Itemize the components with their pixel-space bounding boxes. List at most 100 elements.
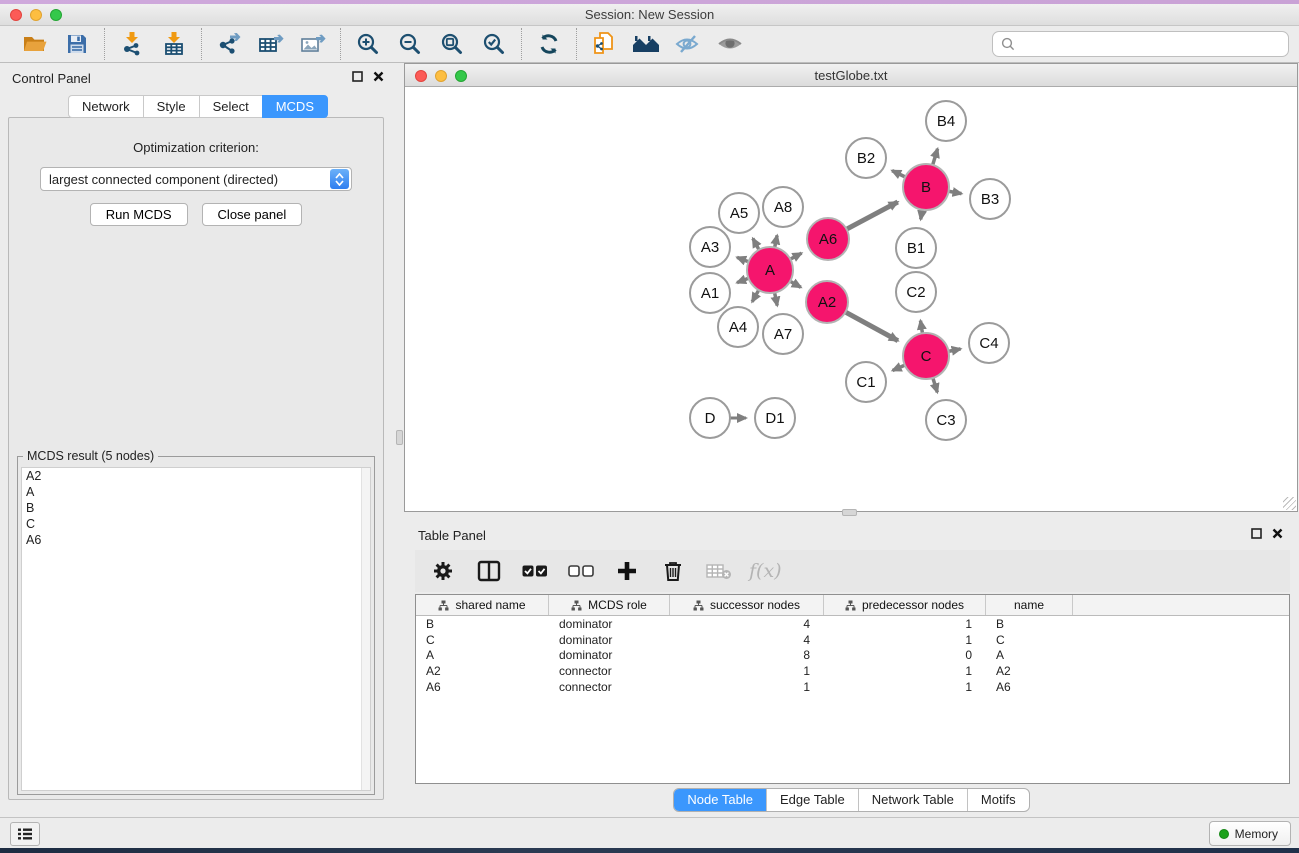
node-A[interactable]: A xyxy=(747,247,793,293)
result-item[interactable]: A2 xyxy=(22,468,370,484)
node-D1[interactable]: D1 xyxy=(755,398,795,438)
node-A7[interactable]: A7 xyxy=(763,314,803,354)
table-row[interactable]: Cdominator41C xyxy=(416,632,1289,648)
optimization-criterion-dropdown[interactable]: largest connected component (directed) xyxy=(40,167,352,191)
node-C1[interactable]: C1 xyxy=(846,362,886,402)
show-all-icon[interactable] xyxy=(709,28,751,60)
resize-grip[interactable] xyxy=(1283,497,1296,510)
vertical-splitter-handle[interactable] xyxy=(396,430,403,445)
search-field[interactable] xyxy=(992,31,1289,57)
run-mcds-button[interactable]: Run MCDS xyxy=(90,203,188,226)
edge-A-A4[interactable] xyxy=(752,290,759,302)
table-row[interactable]: Bdominator41B xyxy=(416,616,1289,632)
node-A4[interactable]: A4 xyxy=(718,307,758,347)
edge-A-A7[interactable] xyxy=(775,293,778,306)
edge-A-A6[interactable] xyxy=(790,253,801,259)
table-row[interactable]: A6connector11A6 xyxy=(416,679,1289,695)
import-network-icon[interactable] xyxy=(111,28,153,60)
refresh-icon[interactable] xyxy=(528,28,570,60)
first-neighbors-icon[interactable] xyxy=(625,28,667,60)
close-table-panel-icon[interactable] xyxy=(1272,528,1283,539)
column-header-MCDS-role[interactable]: MCDS role xyxy=(549,595,670,615)
node-A5[interactable]: A5 xyxy=(719,193,759,233)
edge-B-B1[interactable] xyxy=(921,210,923,220)
node-D[interactable]: D xyxy=(690,398,730,438)
result-list-scrollbar[interactable] xyxy=(361,468,370,790)
close-window-button[interactable] xyxy=(10,9,22,21)
edge-B-B3[interactable] xyxy=(949,191,962,193)
edge-A6-B[interactable] xyxy=(847,202,898,229)
result-item[interactable]: A xyxy=(22,484,370,500)
task-history-button[interactable] xyxy=(10,822,40,846)
tab-select[interactable]: Select xyxy=(199,95,262,118)
open-file-icon[interactable] xyxy=(14,28,56,60)
edge-C-C3[interactable] xyxy=(933,378,937,392)
column-header-shared-name[interactable]: shared name xyxy=(416,595,549,615)
edge-B-B4[interactable] xyxy=(933,149,938,165)
add-column-icon[interactable] xyxy=(609,554,645,588)
tab-network-table[interactable]: Network Table xyxy=(858,789,967,811)
zoom-fit-icon[interactable] xyxy=(431,28,473,60)
tab-motifs[interactable]: Motifs xyxy=(967,789,1029,811)
column-header-predecessor-nodes[interactable]: predecessor nodes xyxy=(824,595,986,615)
import-table-icon[interactable] xyxy=(153,28,195,60)
zoom-window-button[interactable] xyxy=(50,9,62,21)
column-header-name[interactable]: name xyxy=(986,595,1073,615)
edge-A-A3[interactable] xyxy=(737,257,748,261)
network-zoom-button[interactable] xyxy=(455,70,467,82)
edge-C-C1[interactable] xyxy=(893,365,905,370)
duplicate-network-icon[interactable] xyxy=(583,28,625,60)
edge-A-A8[interactable] xyxy=(775,235,777,247)
node-A1[interactable]: A1 xyxy=(690,273,730,313)
minimize-window-button[interactable] xyxy=(30,9,42,21)
node-A6[interactable]: A6 xyxy=(807,218,849,260)
node-C4[interactable]: C4 xyxy=(969,323,1009,363)
float-panel-icon[interactable] xyxy=(352,71,363,82)
result-item[interactable]: A6 xyxy=(22,532,370,548)
memory-button[interactable]: Memory xyxy=(1209,821,1291,846)
column-header-successor-nodes[interactable]: successor nodes xyxy=(670,595,824,615)
node-C3[interactable]: C3 xyxy=(926,400,966,440)
tab-mcds[interactable]: MCDS xyxy=(262,95,328,118)
result-item[interactable]: B xyxy=(22,500,370,516)
tab-style[interactable]: Style xyxy=(143,95,199,118)
result-item[interactable]: C xyxy=(22,516,370,532)
node-B2[interactable]: B2 xyxy=(846,138,886,178)
close-panel-button[interactable]: Close panel xyxy=(202,203,303,226)
edge-A2-C[interactable] xyxy=(845,312,897,341)
export-table-icon[interactable] xyxy=(250,28,292,60)
export-image-icon[interactable] xyxy=(292,28,334,60)
node-B4[interactable]: B4 xyxy=(926,101,966,141)
zoom-selected-icon[interactable] xyxy=(473,28,515,60)
node-B3[interactable]: B3 xyxy=(970,179,1010,219)
network-minimize-button[interactable] xyxy=(435,70,447,82)
edge-A-A5[interactable] xyxy=(753,238,759,249)
search-input[interactable] xyxy=(1021,37,1280,52)
edge-B-B2[interactable] xyxy=(892,171,905,177)
node-B[interactable]: B xyxy=(903,164,949,210)
close-panel-icon[interactable] xyxy=(373,71,384,82)
zoom-out-icon[interactable] xyxy=(389,28,431,60)
node-A8[interactable]: A8 xyxy=(763,187,803,227)
node-table[interactable]: shared nameMCDS rolesuccessor nodesprede… xyxy=(415,594,1290,784)
settings-gear-icon[interactable] xyxy=(425,554,461,588)
export-network-icon[interactable] xyxy=(208,28,250,60)
select-all-rows-icon[interactable] xyxy=(517,554,553,588)
node-A2[interactable]: A2 xyxy=(806,281,848,323)
deselect-all-rows-icon[interactable] xyxy=(563,554,599,588)
node-B1[interactable]: B1 xyxy=(896,228,936,268)
delete-column-icon[interactable] xyxy=(655,554,691,588)
edge-C-C2[interactable] xyxy=(920,321,922,334)
horizontal-splitter-handle[interactable] xyxy=(842,509,857,516)
table-row[interactable]: A2connector11A2 xyxy=(416,663,1289,679)
toggle-columns-icon[interactable] xyxy=(471,554,507,588)
node-A3[interactable]: A3 xyxy=(690,227,730,267)
node-C2[interactable]: C2 xyxy=(896,272,936,312)
mcds-result-list[interactable]: A2ABCA6 xyxy=(21,467,371,791)
zoom-in-icon[interactable] xyxy=(347,28,389,60)
table-row[interactable]: Adominator80A xyxy=(416,648,1289,664)
edge-A-A1[interactable] xyxy=(737,278,748,282)
tab-node-table[interactable]: Node Table xyxy=(674,789,766,811)
edge-A-A2[interactable] xyxy=(790,281,801,287)
network-canvas[interactable]: B4B2BB3A5A8A6A3B1AA1C2A2A4A7C4CC1DD1C3 xyxy=(405,88,1297,511)
